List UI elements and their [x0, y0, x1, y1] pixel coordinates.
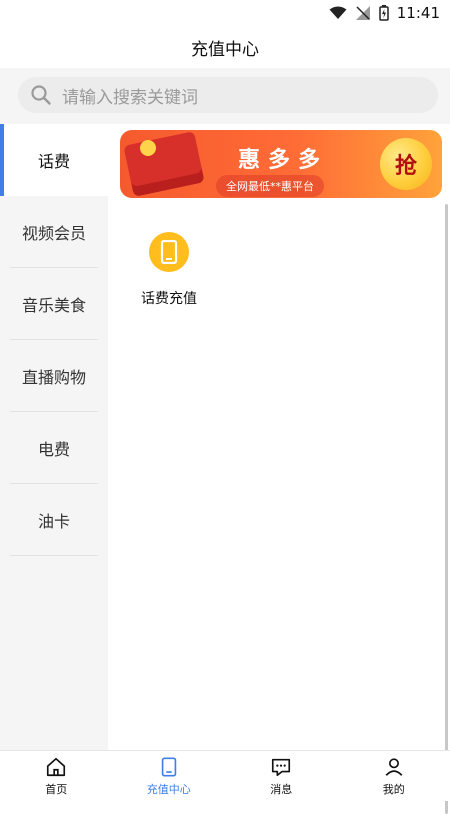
search-icon: [30, 84, 52, 106]
sidebar-item-music-food[interactable]: 音乐美食: [0, 268, 108, 340]
scrollbar[interactable]: [445, 204, 448, 814]
sidebar-item-label: 话费: [38, 148, 70, 172]
nav-label: 充值中心: [147, 781, 191, 797]
nav-label: 消息: [270, 781, 292, 797]
user-icon: [383, 756, 405, 778]
sidebar-item-video-vip[interactable]: 视频会员: [0, 196, 108, 268]
sidebar-item-label: 油卡: [38, 508, 70, 532]
status-bar: 11:41: [0, 0, 450, 26]
category-sidebar: 话费 视频会员 音乐美食 直播购物 电费 油卡: [0, 124, 108, 750]
nav-item-recharge[interactable]: 充值中心: [113, 751, 226, 801]
battery-icon: [379, 5, 389, 21]
sidebar-item-phone-bill[interactable]: 话费: [0, 124, 108, 196]
red-packet-icon: [123, 131, 204, 197]
sidebar-item-label: 电费: [38, 436, 70, 460]
search-input[interactable]: 请输入搜索关键词: [18, 77, 438, 113]
promo-banner[interactable]: 惠多多 全网最低**惠平台 抢: [120, 130, 442, 198]
message-icon: [270, 756, 292, 778]
phone-icon: [149, 232, 189, 272]
nav-item-profile[interactable]: 我的: [338, 751, 450, 801]
bottom-nav: 首页 充值中心 消息 我的: [0, 750, 450, 801]
divider: [10, 555, 98, 556]
status-time: 11:41: [397, 4, 440, 22]
wifi-icon: [329, 6, 347, 20]
product-label: 话费充值: [134, 288, 204, 308]
coin-icon: [140, 140, 156, 156]
nav-label: 首页: [45, 781, 67, 797]
no-signal-icon: [355, 5, 371, 21]
search-area: 请输入搜索关键词: [0, 68, 450, 124]
sidebar-item-label: 直播购物: [22, 364, 86, 388]
home-icon: [45, 756, 67, 778]
nav-label: 我的: [383, 781, 405, 797]
sidebar-item-label: 音乐美食: [22, 292, 86, 316]
nav-item-messages[interactable]: 消息: [225, 751, 338, 801]
main-content: 惠多多 全网最低**惠平台 抢 话费充值: [108, 124, 450, 750]
search-placeholder: 请输入搜索关键词: [62, 83, 198, 108]
nav-item-home[interactable]: 首页: [0, 751, 113, 801]
product-phone-recharge[interactable]: 话费充值: [134, 232, 204, 312]
banner-subtitle: 全网最低**惠平台: [216, 175, 324, 197]
banner-title: 惠多多: [238, 142, 328, 174]
tablet-icon: [158, 756, 180, 778]
sidebar-item-label: 视频会员: [22, 220, 86, 244]
grab-button[interactable]: 抢: [380, 138, 432, 190]
sidebar-item-fuel-card[interactable]: 油卡: [0, 484, 108, 556]
sidebar-item-electricity[interactable]: 电费: [0, 412, 108, 484]
page-title: 充值中心: [0, 26, 450, 68]
sidebar-item-live-shopping[interactable]: 直播购物: [0, 340, 108, 412]
